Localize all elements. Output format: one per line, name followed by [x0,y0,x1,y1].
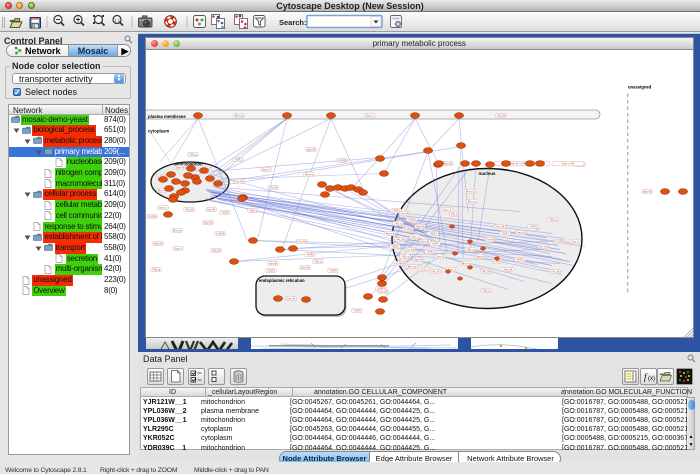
svg-text:YKR5: YKR5 [306,252,314,256]
svg-text:Mnn-q: Mnn-q [462,261,471,265]
svg-text:Om-b6: Om-b6 [378,289,388,293]
svg-text:Sec-B: Sec-B [436,254,444,258]
svg-text:Sno-1: Sno-1 [571,239,579,243]
svg-text:Sno-1: Sno-1 [411,234,419,238]
svg-text:YBL-q: YBL-q [189,152,198,156]
svg-text:YAL06: YAL06 [431,269,440,273]
svg-text:Om-b6: Om-b6 [538,244,548,248]
svg-text:cytoplasm: cytoplasm [148,128,169,133]
svg-text:plasma membrane: plasma membrane [148,114,186,119]
svg-text:unassigned: unassigned [628,84,652,89]
svg-text:Sec-B: Sec-B [269,261,277,265]
svg-text:YAL06: YAL06 [551,269,560,273]
svg-text:YDR2: YDR2 [391,244,399,248]
svg-text:Sec-B: Sec-B [207,207,215,211]
svg-text:Search:: Search: [279,18,307,27]
svg-text:YDR2: YDR2 [516,257,524,261]
svg-text:YBL-q: YBL-q [466,247,475,251]
svg-text:Sno-1: Sno-1 [159,205,167,209]
svg-text:YLR06: YLR06 [395,261,405,265]
svg-text:SacI-B: SacI-B [203,220,212,224]
svg-text:Om-b6: Om-b6 [300,265,310,269]
svg-text:YKR5: YKR5 [426,249,434,253]
svg-text:Mnn-q: Mnn-q [466,189,475,193]
svg-text:Sec-B: Sec-B [504,267,512,271]
svg-text:nucleus: nucleus [478,171,496,176]
svg-text:SacI-B: SacI-B [516,230,525,234]
svg-text:YAL06: YAL06 [482,269,491,273]
svg-text:1:1: 1:1 [114,17,121,22]
svg-text:Mnn-q: Mnn-q [468,199,477,203]
svg-text:Sno-1: Sno-1 [421,267,429,271]
svg-text:YAL06: YAL06 [212,248,221,252]
svg-text:YKR5: YKR5 [529,224,537,228]
svg-text:Mnn-q: Mnn-q [305,172,314,176]
svg-text:Mnn-q: Mnn-q [173,228,182,232]
svg-text:YAL06: YAL06 [451,212,460,216]
svg-text:Sno-1: Sno-1 [443,207,451,211]
svg-text:SacI-B: SacI-B [415,224,424,228]
svg-text:YAL06: YAL06 [396,237,405,241]
svg-text:Om-b6: Om-b6 [297,239,307,243]
svg-text:Om-b6: Om-b6 [405,247,415,251]
svg-text:YLR06: YLR06 [215,231,225,235]
svg-text:YBL-q: YBL-q [549,217,558,221]
svg-text:Sec-B: Sec-B [496,224,504,228]
svg-text:YBL-q: YBL-q [482,288,491,292]
svg-text:SacI-B: SacI-B [306,147,315,151]
svg-text:YDR2: YDR2 [234,157,242,161]
svg-text:Sec-B: Sec-B [421,239,429,243]
svg-text:YLR06: YLR06 [147,214,157,218]
svg-text:Sno-x YB: Sno-x YB [562,161,575,165]
svg-text:Sno-1: Sno-1 [262,167,270,171]
svg-text:YKR5: YKR5 [431,241,439,245]
svg-text:YAL06: YAL06 [185,207,194,211]
svg-text:YLR06: YLR06 [555,239,565,243]
svg-text:SacI-B: SacI-B [475,254,484,258]
svg-text:YBL-q: YBL-q [249,208,258,212]
svg-text:YLR06: YLR06 [403,227,413,231]
svg-text:SacI-B: SacI-B [175,165,184,169]
svg-text:YKR5: YKR5 [408,217,416,221]
svg-text:Sec-B: Sec-B [444,161,452,165]
svg-text:Om-b6: Om-b6 [399,211,409,215]
svg-text:YDR2: YDR2 [501,231,509,235]
svg-text:YAL06: YAL06 [497,113,506,117]
svg-text:SacI-B: SacI-B [413,257,422,261]
svg-text:Om-b6: Om-b6 [485,237,495,241]
svg-text:YDR2: YDR2 [267,268,275,272]
svg-text:Mnn-q: Mnn-q [386,231,395,235]
svg-text:Mnn-q: Mnn-q [235,113,244,117]
svg-text:YKR5: YKR5 [329,268,337,272]
svg-text:Mnn-q: Mnn-q [408,264,417,268]
svg-text:YBL-q: YBL-q [401,254,410,258]
svg-text:YKR5: YKR5 [221,210,229,214]
svg-text:YBL-q: YBL-q [152,267,161,271]
svg-text:SacI-B: SacI-B [642,189,651,193]
svg-text:YBL-q: YBL-q [394,221,403,225]
svg-text:YLR06: YLR06 [337,158,347,162]
svg-text:(x): (x) [648,376,655,382]
svg-text:endoplasmic reticulum: endoplasmic reticulum [259,278,305,283]
svg-text:Om-b6: Om-b6 [234,179,244,183]
svg-text:Sno-1: Sno-1 [366,113,374,117]
svg-text:YAL06: YAL06 [269,185,278,189]
svg-text:YDR2: YDR2 [429,231,437,235]
svg-text:YBL-q: YBL-q [314,259,323,263]
svg-text:YKR5: YKR5 [353,308,361,312]
svg-text:Sno-1: Sno-1 [174,246,182,250]
svg-text:Sec-B: Sec-B [287,296,295,300]
svg-text:SacI-B: SacI-B [153,241,162,245]
